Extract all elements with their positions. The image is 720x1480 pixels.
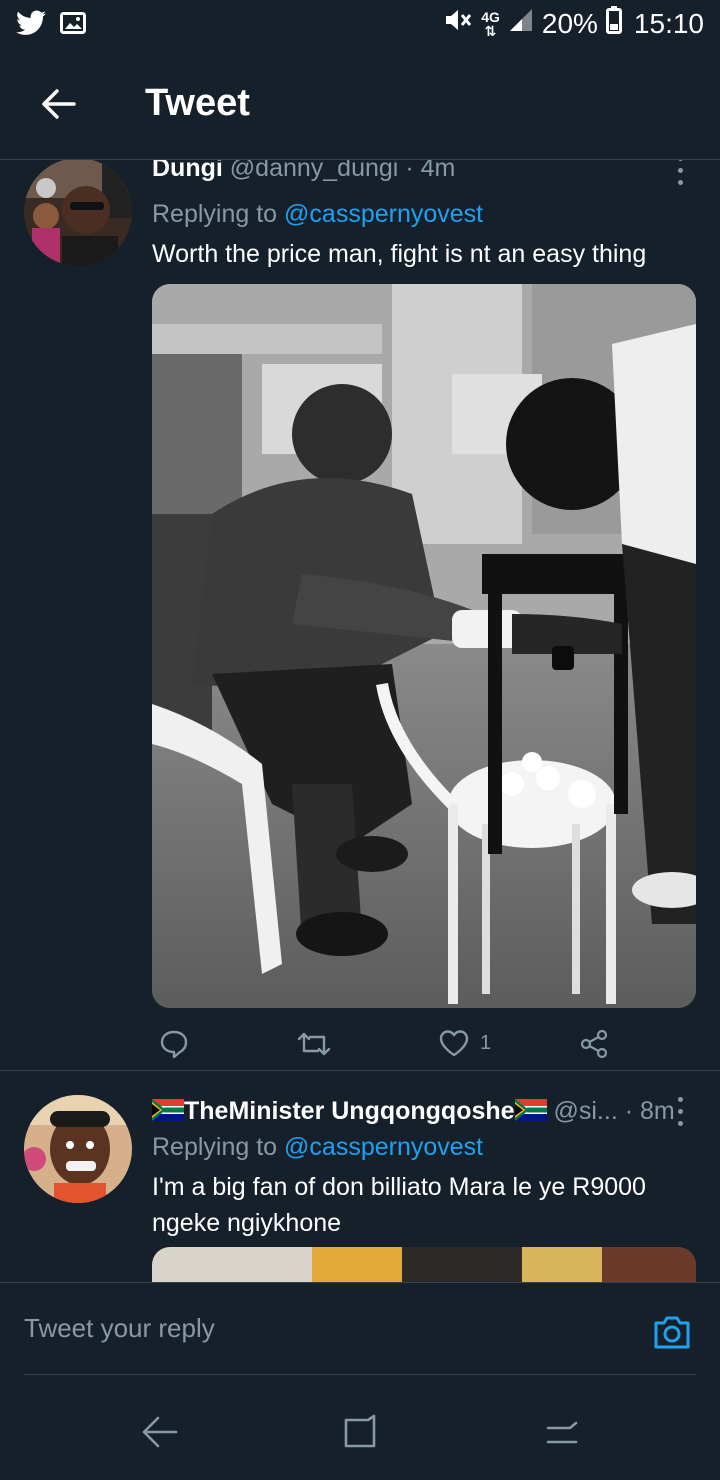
avatar[interactable]	[24, 160, 132, 266]
reply-icon	[160, 1030, 188, 1059]
tweet-author: Dungi @danny_dungi · 4m	[152, 160, 455, 183]
tweet-text: Worth the price man, fight is nt an easy…	[152, 240, 647, 268]
page-title: Tweet	[145, 82, 250, 124]
like-count: 1	[480, 1031, 492, 1054]
image-icon	[60, 11, 86, 40]
replying-to-line: Replying to @casspernyovest	[152, 200, 483, 229]
tweet[interactable]: TheMinister Ungqongqoshe @si... · 8m Rep…	[0, 1070, 720, 1282]
like-button[interactable]: 1	[438, 1028, 491, 1058]
tweet-time: · 8m	[624, 1097, 675, 1125]
arrow-left-icon	[42, 89, 76, 119]
status-bar: 4G ⇅ 20% 15:10	[0, 0, 720, 50]
nav-back-button[interactable]	[140, 1412, 180, 1452]
nav-back-icon	[142, 1416, 178, 1448]
battery-percent: 20%	[541, 7, 598, 39]
avatar[interactable]	[24, 1095, 132, 1203]
author-name[interactable]: TheMinister Ungqongqoshe	[184, 1097, 515, 1125]
author-handle[interactable]: @si...	[554, 1097, 618, 1125]
south-africa-flag-icon	[514, 1099, 547, 1128]
network-label: 4G	[481, 8, 500, 25]
nav-recents-icon	[546, 1421, 578, 1444]
signal-icon	[508, 7, 534, 40]
tweet-photo[interactable]	[152, 1247, 696, 1282]
heart-icon	[439, 1030, 469, 1057]
camera-button[interactable]	[652, 1313, 692, 1353]
nav-home-icon	[344, 1414, 376, 1448]
reply-timeline[interactable]: Dungi @danny_dungi · 4m Replying to @cas…	[0, 160, 720, 1282]
mention-link[interactable]: @casspernyovest	[284, 1133, 483, 1161]
retweet-button[interactable]	[296, 1028, 332, 1060]
network-4g-icon: 4G ⇅	[481, 8, 500, 39]
mute-icon	[443, 6, 473, 41]
south-africa-flag-icon	[152, 1099, 184, 1128]
more-options-icon[interactable]	[672, 160, 688, 188]
tweet-author: TheMinister Ungqongqoshe @si... · 8m	[152, 1097, 675, 1128]
system-nav-bar	[0, 1378, 720, 1480]
replying-to-line: Replying to @casspernyovest	[152, 1133, 483, 1162]
tweet-photo[interactable]	[152, 284, 696, 1008]
share-icon	[580, 1029, 608, 1059]
twitter-icon	[16, 10, 46, 41]
replying-prefix: Replying to	[152, 1133, 285, 1161]
reply-bar	[0, 1282, 720, 1378]
clock: 15:10	[633, 7, 704, 39]
tweet-actions: 1	[152, 1028, 692, 1072]
nav-recents-button[interactable]	[542, 1412, 582, 1452]
tweet[interactable]: Dungi @danny_dungi · 4m Replying to @cas…	[0, 160, 720, 1070]
camera-icon	[654, 1316, 690, 1349]
reply-button[interactable]	[158, 1028, 190, 1060]
share-button[interactable]	[578, 1028, 610, 1060]
mention-link[interactable]: @casspernyovest	[284, 200, 483, 228]
nav-home-button[interactable]	[340, 1412, 380, 1452]
tweet-time: · 4m	[405, 160, 456, 182]
reply-input[interactable]	[24, 1283, 696, 1375]
replying-prefix: Replying to	[152, 200, 285, 228]
author-name[interactable]: Dungi	[152, 160, 223, 182]
more-options-icon[interactable]	[672, 1093, 688, 1129]
back-button[interactable]	[34, 80, 82, 128]
retweet-icon	[297, 1032, 331, 1056]
author-handle[interactable]: @danny_dungi	[230, 160, 399, 182]
battery-icon	[605, 6, 622, 41]
tweet-text: I'm a big fan of don billiato Mara le ye…	[152, 1173, 646, 1237]
app-header: Tweet	[0, 50, 720, 160]
